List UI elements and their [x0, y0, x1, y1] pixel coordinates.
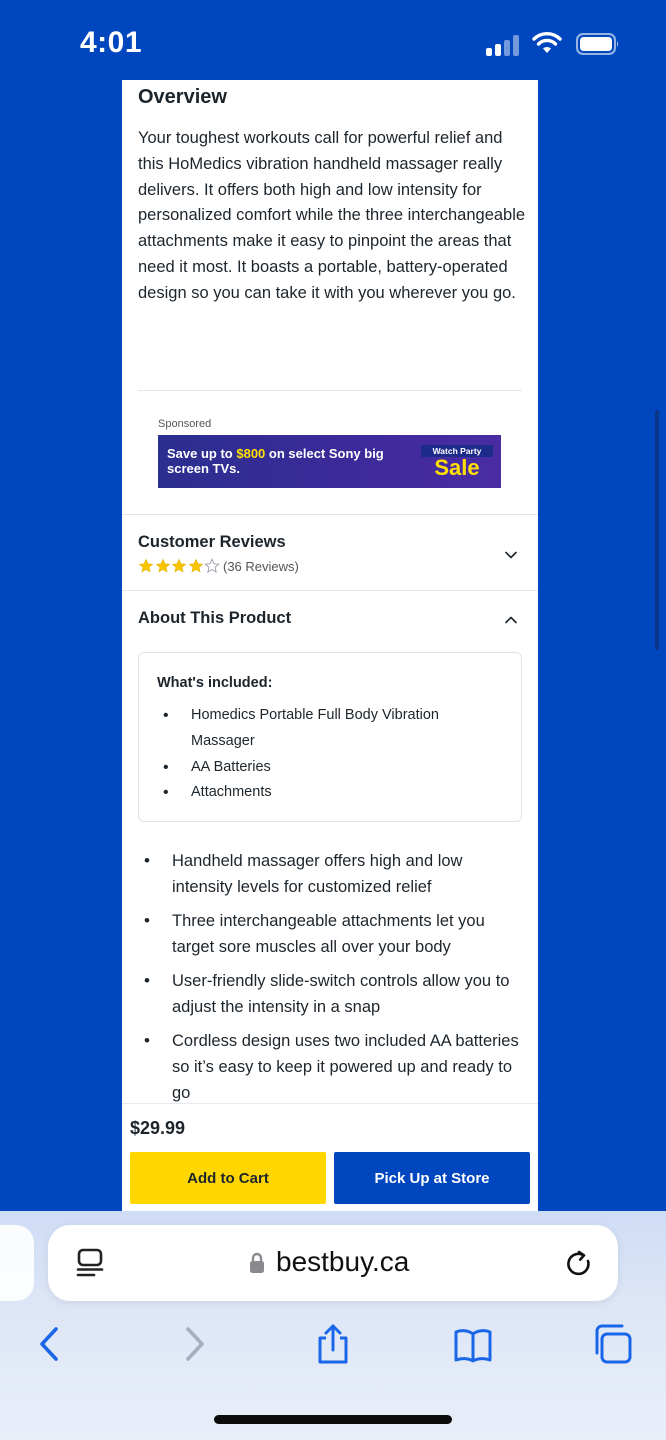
browser-toolbar: bestbuy.ca [0, 1211, 666, 1440]
forward-icon[interactable] [174, 1323, 214, 1365]
share-icon[interactable] [313, 1323, 353, 1365]
reviews-count[interactable]: (36 Reviews) [223, 559, 299, 574]
overview-title: Overview [138, 86, 227, 108]
list-item: Three interchangeable attachments let yo… [138, 908, 526, 960]
star-rating [138, 558, 221, 576]
previous-tab-preview[interactable] [0, 1225, 34, 1301]
scrollbar[interactable] [655, 410, 659, 650]
star-empty-icon [204, 558, 220, 573]
pick-up-at-store-button[interactable]: Pick Up at Store [334, 1152, 530, 1204]
bookmarks-icon[interactable] [453, 1323, 493, 1365]
overview-text: Your toughest workouts call for powerful… [138, 129, 526, 302]
whats-included-title: What's included: [157, 675, 273, 691]
list-item: Handheld massager offers high and low in… [138, 848, 526, 900]
chevron-up-icon[interactable] [503, 612, 519, 628]
battery-icon [576, 33, 619, 55]
star-filled-icon [188, 558, 203, 573]
about-product-title[interactable]: About This Product [138, 609, 291, 628]
list-item: User-friendly slide-switch controls allo… [138, 968, 526, 1020]
cellular-signal-icon [486, 34, 520, 56]
status-bar: 4:01 [0, 0, 666, 80]
back-icon[interactable] [30, 1323, 70, 1365]
ad-badge: Watch Party Sale [421, 445, 493, 479]
divider [138, 390, 522, 391]
lock-icon [250, 1252, 264, 1273]
status-time: 4:01 [80, 26, 143, 59]
product-price: $29.99 [130, 1118, 186, 1138]
reload-icon[interactable] [564, 1249, 594, 1279]
sticky-purchase-bar: $29.99 Add to Cart Pick Up at Store [122, 1103, 538, 1211]
star-filled-icon [171, 558, 187, 573]
star-filled-icon [138, 558, 154, 573]
whats-included-box: What's included: Homedics Portable Full … [138, 652, 522, 822]
add-to-cart-button[interactable]: Add to Cart [130, 1152, 326, 1204]
tabs-icon[interactable] [593, 1323, 633, 1365]
sponsored-label: Sponsored [158, 418, 212, 430]
star-filled-icon [155, 558, 170, 573]
ad-banner[interactable]: Save up to $800 on select Sony big scree… [158, 435, 501, 488]
divider [122, 514, 538, 515]
included-list: Homedics Portable Full Body Vibration Ma… [157, 703, 497, 806]
chevron-down-icon[interactable] [503, 547, 519, 563]
address-bar[interactable]: bestbuy.ca [48, 1225, 618, 1301]
list-item: AA Batteries [157, 755, 497, 781]
feature-list: Handheld massager offers high and low in… [138, 848, 526, 1114]
ad-highlight: $800 [236, 446, 266, 461]
page-menu-icon[interactable] [76, 1248, 104, 1278]
divider [122, 590, 538, 591]
wifi-icon [532, 32, 562, 53]
ad-text: Save up to $800 on select Sony big scree… [167, 446, 384, 476]
url-text[interactable]: bestbuy.ca [276, 1246, 409, 1278]
home-indicator[interactable] [214, 1415, 452, 1424]
list-item: Attachments [157, 780, 497, 806]
list-item: Homedics Portable Full Body Vibration Ma… [157, 703, 497, 755]
customer-reviews-title[interactable]: Customer Reviews [138, 533, 286, 552]
list-item: Cordless design uses two included AA bat… [138, 1028, 526, 1106]
product-page: Overview Your toughest workouts call for… [122, 80, 538, 1211]
ad-badge-main: Sale [434, 455, 480, 480]
